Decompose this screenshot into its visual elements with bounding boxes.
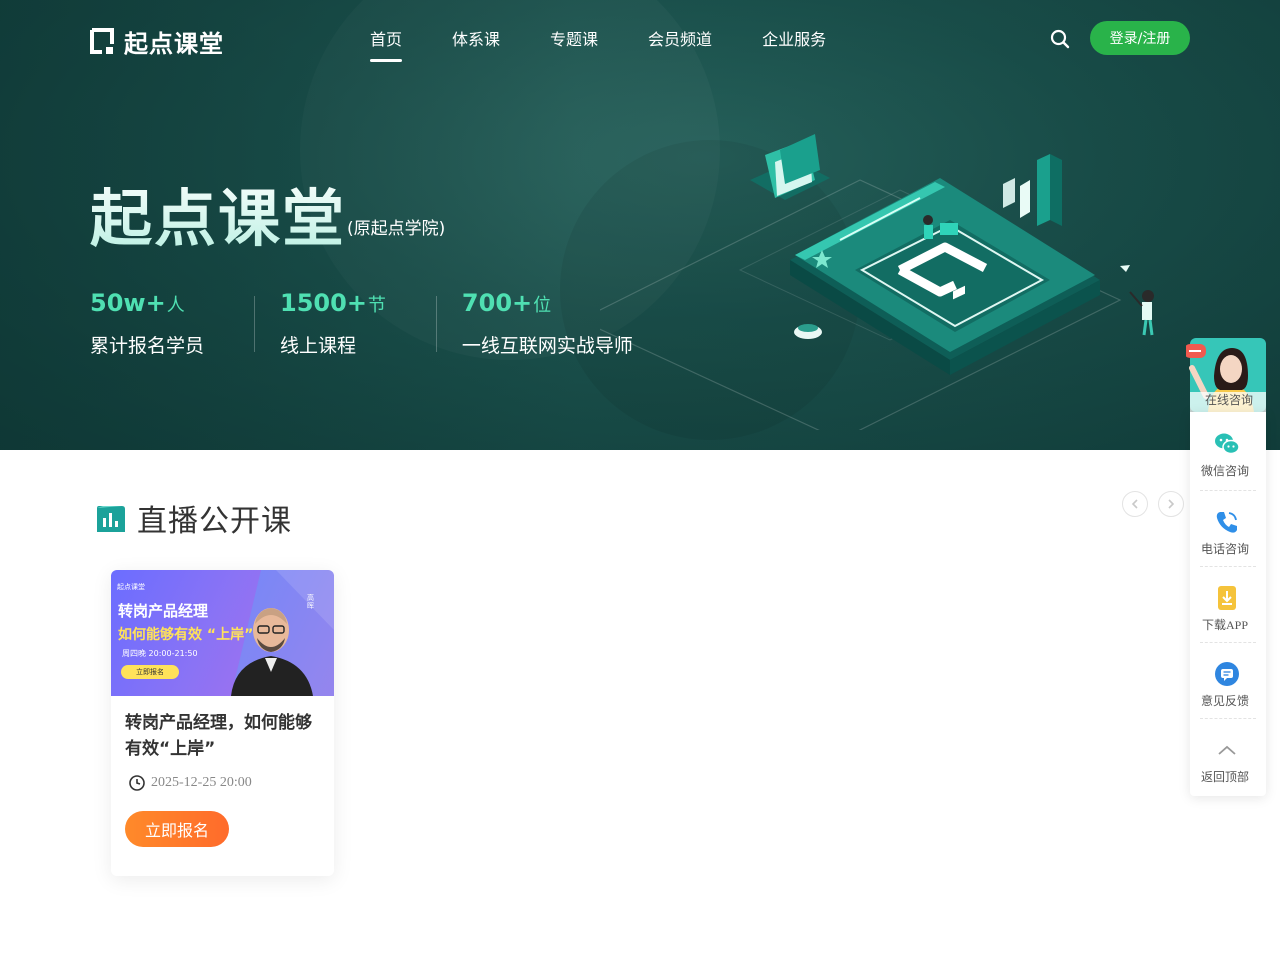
sidebar-item-label: 电话咨询 bbox=[1200, 542, 1249, 556]
stat-unit: 节 bbox=[367, 295, 386, 316]
hero-isometric-illustration bbox=[600, 134, 1154, 430]
sidebar-item-wechat[interactable]: 微信咨询 bbox=[1190, 414, 1266, 490]
section-header: 直播公开课 bbox=[94, 496, 292, 540]
banner-signup-tag: 立即报名 bbox=[121, 665, 179, 679]
signup-button[interactable]: 立即报名 bbox=[125, 811, 229, 847]
banner-headline: 转岗产品经理 bbox=[118, 602, 209, 620]
sidebar-item-label: 下载APP bbox=[1201, 618, 1248, 632]
course-banner-image[interactable]: 起点课堂 转岗产品经理 如何能够有效 “上岸” 周四晚 20:00-21:50 … bbox=[111, 570, 334, 696]
nav-item-topic-courses[interactable]: 专题课 bbox=[550, 26, 598, 62]
stat-students: 50w+人 累计报名学员 bbox=[90, 288, 254, 358]
logo-text: 起点课堂 bbox=[124, 30, 224, 58]
sidebar-item-feedback[interactable]: 意见反馈 bbox=[1190, 644, 1266, 720]
sidebar-item-phone[interactable]: 电话咨询 bbox=[1190, 492, 1266, 568]
clock-icon bbox=[129, 775, 145, 791]
nav-item-system-courses[interactable]: 体系课 bbox=[452, 26, 500, 62]
nav-item-membership[interactable]: 会员频道 bbox=[648, 26, 712, 62]
course-card[interactable]: 起点课堂 转岗产品经理 如何能够有效 “上岸” 周四晚 20:00-21:50 … bbox=[111, 570, 334, 876]
stat-number: 700+ bbox=[461, 289, 533, 317]
site-logo[interactable]: 起点课堂 bbox=[90, 24, 224, 59]
section-title: 直播公开课 bbox=[137, 504, 292, 539]
course-datetime-text: 2025-12-25 20:00 bbox=[151, 775, 252, 790]
banner-time: 周四晚 20:00-21:50 bbox=[122, 649, 198, 658]
speaker-photo bbox=[231, 608, 313, 696]
nav-item-home[interactable]: 首页 bbox=[370, 26, 403, 62]
stat-courses: 1500+节 线上课程 bbox=[254, 288, 436, 358]
wechat-icon bbox=[1215, 433, 1240, 455]
download-icon bbox=[1218, 586, 1236, 610]
sidebar-item-label: 微信咨询 bbox=[1200, 464, 1249, 478]
stat-number: 1500+ bbox=[280, 289, 367, 317]
login-register-button[interactable]: 登录/注册 bbox=[1090, 21, 1190, 55]
hero-stats: 50w+人 累计报名学员 1500+节 线上课程 700+位 一线互联网实战导师 bbox=[90, 288, 683, 358]
main-nav: 首页 体系课 专题课 会员频道 企业服务 bbox=[370, 26, 876, 62]
nav-item-enterprise[interactable]: 企业服务 bbox=[762, 26, 826, 62]
course-datetime: 2025-12-25 20:00 bbox=[128, 774, 252, 792]
hero-subtitle: (原起点学院) bbox=[347, 219, 446, 239]
banner-brand-text: 起点课堂 bbox=[117, 583, 145, 591]
stat-label: 累计报名学员 bbox=[90, 335, 205, 357]
stat-label: 线上课程 bbox=[280, 335, 357, 357]
stat-unit: 人 bbox=[166, 295, 185, 316]
bar-chart-icon bbox=[97, 505, 125, 532]
sidebar-item-label: 返回顶部 bbox=[1200, 770, 1249, 784]
search-icon[interactable] bbox=[1049, 28, 1071, 50]
sidebar-item-download-app[interactable]: 下载APP bbox=[1190, 568, 1266, 644]
phone-icon bbox=[1216, 512, 1237, 533]
sidebar-item-label: 意见反馈 bbox=[1200, 694, 1249, 708]
hero-title: 起点课堂 bbox=[90, 168, 346, 258]
chevron-left-icon bbox=[1131, 499, 1138, 509]
chevron-right-icon bbox=[1168, 499, 1175, 509]
carousel-next-button[interactable] bbox=[1158, 491, 1184, 517]
hero-banner: 起点课堂 首页 体系课 专题课 会员频道 企业服务 登录/注册 起点课堂 (原起… bbox=[0, 0, 1280, 450]
carousel-prev-button[interactable] bbox=[1122, 491, 1148, 517]
top-header: 起点课堂 首页 体系课 专题课 会员频道 企业服务 登录/注册 bbox=[0, 0, 1280, 76]
feedback-icon bbox=[1215, 662, 1239, 686]
stat-unit: 位 bbox=[533, 295, 552, 316]
sidebar-item-back-to-top[interactable]: 返回顶部 bbox=[1190, 720, 1266, 796]
logo-icon bbox=[90, 27, 114, 54]
stat-number: 50w+ bbox=[90, 289, 166, 317]
online-consult-label: 在线咨询 bbox=[1205, 393, 1254, 407]
arrow-up-icon bbox=[1218, 745, 1236, 755]
floating-sidebar: 微信咨询 电话咨询 下载APP 意见反馈 返回顶部 bbox=[1190, 412, 1266, 796]
course-title[interactable]: 转岗产品经理，如何能够有效“上岸” bbox=[125, 710, 321, 762]
